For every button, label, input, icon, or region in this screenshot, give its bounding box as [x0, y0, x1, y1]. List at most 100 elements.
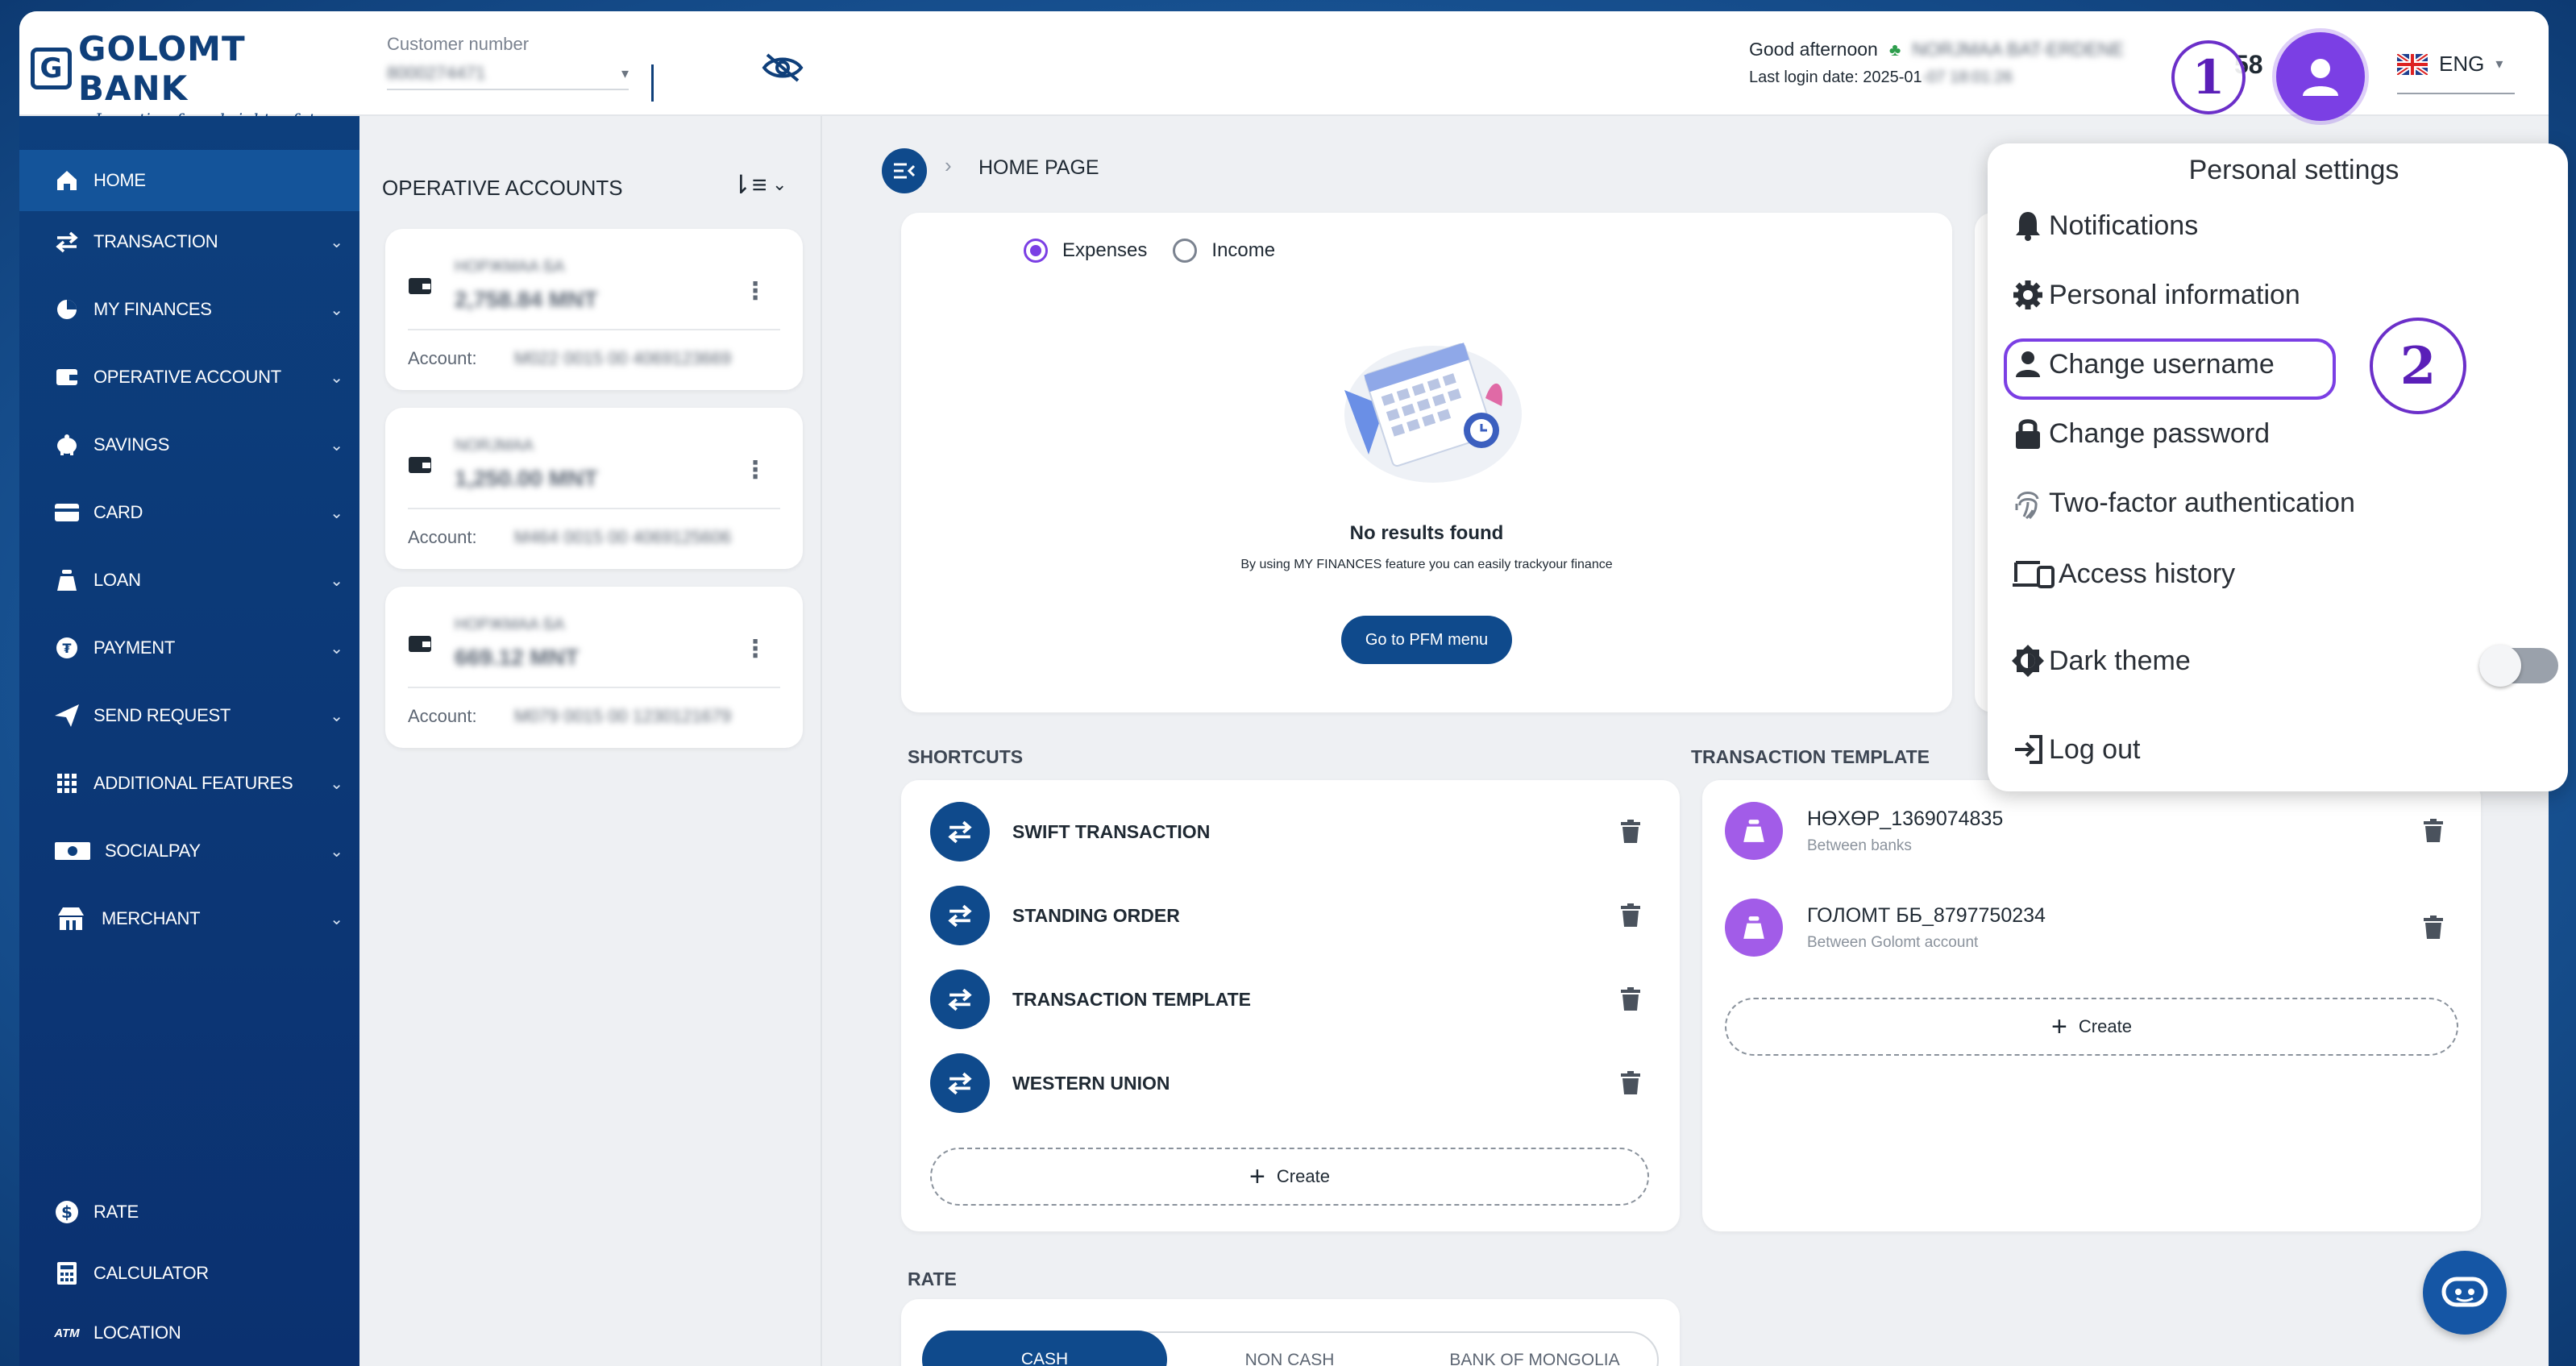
template-type: Between Golomt account — [1807, 933, 1979, 951]
dollar-icon: $ — [53, 1198, 81, 1226]
sidebar-item-my-finances[interactable]: MY FINANCES ⌄ — [19, 279, 359, 340]
menu-item-dark-theme[interactable]: Dark theme — [2010, 643, 2191, 679]
account-name: NORJMAA — [455, 437, 534, 455]
sidebar-item-label: LOAN — [93, 570, 141, 590]
sidebar-item-label: CARD — [93, 502, 143, 522]
sidebar-item-label: SEND REQUEST — [93, 705, 231, 725]
tab-cash[interactable]: CASH — [922, 1331, 1167, 1366]
sidebar-item-label: CALCULATOR — [93, 1263, 209, 1283]
calculator-icon — [53, 1260, 81, 1287]
more-options-icon[interactable]: ⋮ — [743, 456, 767, 484]
account-card[interactable]: НОРЖМАА БА 2,758.84 MNT ⋮ Account: M022 … — [385, 229, 803, 390]
sort-icon[interactable]: ⇂≡ — [730, 169, 767, 200]
trash-icon[interactable] — [1620, 987, 1641, 1011]
profile-avatar-button[interactable] — [2276, 32, 2365, 121]
sidebar-item-rate[interactable]: $ RATE — [19, 1181, 359, 1243]
chevron-down-icon[interactable]: ⌄ — [772, 174, 787, 195]
fingerprint-icon — [2010, 485, 2046, 521]
menu-item-notifications[interactable]: Notifications — [2010, 208, 2198, 243]
create-template-button[interactable]: + Create — [1725, 998, 2458, 1056]
sidebar-item-loan[interactable]: LOAN ⌄ — [19, 550, 359, 611]
empty-state-title: No results found — [1349, 522, 1504, 544]
golomt-logo[interactable]: G GOLOMT BANK Investing for a brighter f… — [31, 29, 361, 129]
sidebar-item-label: MY FINANCES — [93, 299, 212, 319]
expenses-radio[interactable] — [1024, 239, 1048, 263]
menu-item-change-password[interactable]: Change password — [2010, 416, 2270, 451]
piggy-bank-icon — [53, 431, 81, 459]
create-shortcut-button[interactable]: + Create — [930, 1148, 1649, 1206]
sidebar-item-location[interactable]: ATM LOCATION — [19, 1302, 359, 1364]
trash-icon[interactable] — [1620, 903, 1641, 928]
shortcut-row[interactable]: SWIFT TRANSACTION — [930, 799, 1647, 864]
chevron-down-icon: ⌄ — [330, 301, 343, 319]
send-icon — [53, 702, 81, 729]
last-login-rest: -07 18:01:26 — [1922, 69, 2013, 86]
sidebar-item-additional-features[interactable]: ADDITIONAL FEATURES ⌄ — [19, 753, 359, 814]
shortcut-row[interactable]: STANDING ORDER — [930, 883, 1647, 948]
rate-card: CASH NON CASH BANK OF MONGOLIA — [901, 1299, 1680, 1366]
sidebar-item-transaction[interactable]: TRANSACTION ⌄ — [19, 211, 359, 272]
menu-item-personal-information[interactable]: Personal information — [2010, 277, 2300, 313]
template-row[interactable]: НӨХӨР_1369074835 Between banks — [1725, 795, 2450, 867]
language-label: ENG — [2439, 52, 2485, 76]
sidebar-item-card[interactable]: CARD ⌄ — [19, 482, 359, 543]
atm-icon: ATM — [54, 1326, 80, 1340]
customer-number-label: Customer number — [387, 34, 530, 54]
chevron-down-icon[interactable]: ▾ — [621, 65, 629, 82]
account-balance: 1,250.00 MNT — [455, 466, 598, 491]
sidebar-item-home[interactable]: HOME — [19, 150, 359, 211]
account-card[interactable]: NORJMAA 1,250.00 MNT ⋮ Account: M464 001… — [385, 408, 803, 569]
collapse-menu-button[interactable] — [882, 148, 927, 193]
last-login-label: Last login date: 2025-01 — [1749, 69, 1922, 86]
sidebar-item-savings[interactable]: SAVINGS ⌄ — [19, 414, 359, 475]
sidebar-item-send-request[interactable]: SEND REQUEST ⌄ — [19, 685, 359, 746]
shortcut-row[interactable]: TRANSACTION TEMPLATE — [930, 967, 1647, 1032]
account-number: M464 0015 00 4069125606 — [514, 527, 732, 547]
customer-number-field[interactable]: Customer number 8000274471 ▾ — [387, 34, 654, 102]
income-radio[interactable] — [1173, 239, 1198, 263]
menu-item-two-factor[interactable]: Two-factor authentication — [2010, 485, 2355, 521]
menu-item-access-history[interactable]: Access history — [2010, 556, 2235, 592]
more-options-icon[interactable]: ⋮ — [743, 635, 767, 663]
menu-item-log-out[interactable]: Log out — [2010, 732, 2140, 767]
go-to-pfm-button[interactable]: Go to PFM menu — [1341, 616, 1512, 664]
dark-theme-toggle[interactable] — [2479, 645, 2558, 687]
trash-icon[interactable] — [1620, 820, 1641, 844]
sidebar-item-socialpay[interactable]: SOCIALPAY ⌄ — [19, 820, 359, 882]
sidebar-item-label: PAYMENT — [93, 637, 175, 658]
more-options-icon[interactable]: ⋮ — [743, 277, 767, 305]
trash-icon[interactable] — [2423, 819, 2444, 843]
template-row[interactable]: ГОЛОМТ ББ_8797750234 Between Golomt acco… — [1725, 891, 2450, 964]
shortcut-label: TRANSACTION TEMPLATE — [1012, 988, 1252, 1010]
wallet-icon — [409, 278, 431, 294]
tab-non-cash[interactable]: NON CASH — [1167, 1331, 1412, 1366]
user-name: NORJMAA BAT-ERDENE — [1912, 39, 2125, 60]
hide-balance-icon[interactable] — [761, 52, 804, 84]
tab-bank-of-mongolia[interactable]: BANK OF MONGOLIA — [1412, 1331, 1657, 1366]
sidebar-item-merchant[interactable]: MERCHANT ⌄ — [19, 888, 359, 949]
trash-icon[interactable] — [1620, 1071, 1641, 1095]
language-selector[interactable]: ENG ▾ — [2397, 52, 2515, 94]
sidebar-item-operative-account[interactable]: OPERATIVE ACCOUNT ⌄ — [19, 347, 359, 408]
shortcut-row[interactable]: WESTERN UNION — [930, 1051, 1647, 1115]
operative-accounts-panel: OPERATIVE ACCOUNTS ⇂≡ ⌄ НОРЖМАА БА 2,758… — [359, 116, 822, 1366]
menu-item-label: Two-factor authentication — [2049, 487, 2355, 518]
plus-icon: + — [2051, 1011, 2067, 1042]
sidebar-item-payment[interactable]: ₮ PAYMENT ⌄ — [19, 617, 359, 679]
chatbot-button[interactable] — [2423, 1251, 2507, 1335]
uk-flag-icon — [2397, 53, 2428, 75]
menu-item-label: Log out — [2049, 733, 2141, 765]
trash-icon[interactable] — [2423, 916, 2444, 940]
personal-settings-menu: Personal settings Notifications Personal… — [1988, 143, 2568, 791]
sidebar-item-label: ADDITIONAL FEATURES — [93, 773, 293, 793]
bell-icon — [2010, 208, 2046, 243]
shortcuts-card: SWIFT TRANSACTION STANDING ORDER TRANSAC… — [901, 780, 1680, 1231]
sidebar-item-calculator[interactable]: CALCULATOR — [19, 1243, 359, 1304]
account-number: M022 0015 00 4069123669 — [514, 348, 732, 368]
breadcrumb[interactable]: HOME PAGE — [978, 156, 1099, 180]
chevron-down-icon: ⌄ — [330, 368, 343, 387]
account-card[interactable]: НОРЖМАА БА 669.12 MNT ⋮ Account: M079 00… — [385, 587, 803, 748]
transfer-icon — [930, 886, 990, 945]
menu-item-change-username[interactable]: Change username — [2010, 347, 2275, 382]
divider — [408, 329, 780, 330]
